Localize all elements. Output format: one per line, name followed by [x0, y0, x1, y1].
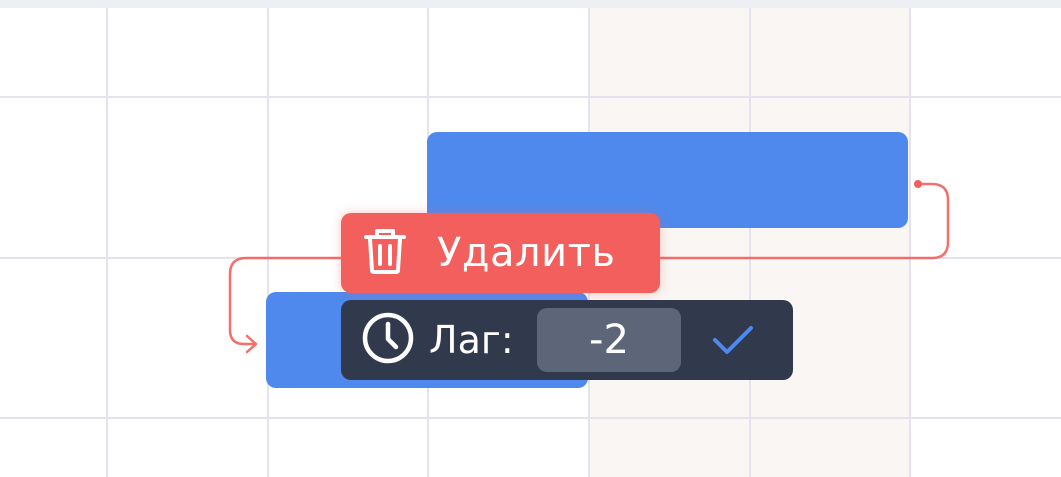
clock-icon	[361, 311, 415, 369]
gantt-chart-area: Удалить Лаг:	[0, 8, 1061, 477]
check-icon	[713, 326, 753, 354]
lag-label: Лаг:	[429, 318, 514, 362]
delete-dependency-button[interactable]: Удалить	[341, 213, 660, 293]
confirm-lag-button[interactable]	[703, 310, 763, 370]
delete-button-label: Удалить	[437, 230, 616, 276]
trash-icon	[363, 227, 407, 279]
top-header-strip	[0, 0, 1061, 8]
lag-input[interactable]	[537, 308, 681, 372]
lag-editor: Лаг:	[341, 300, 793, 380]
